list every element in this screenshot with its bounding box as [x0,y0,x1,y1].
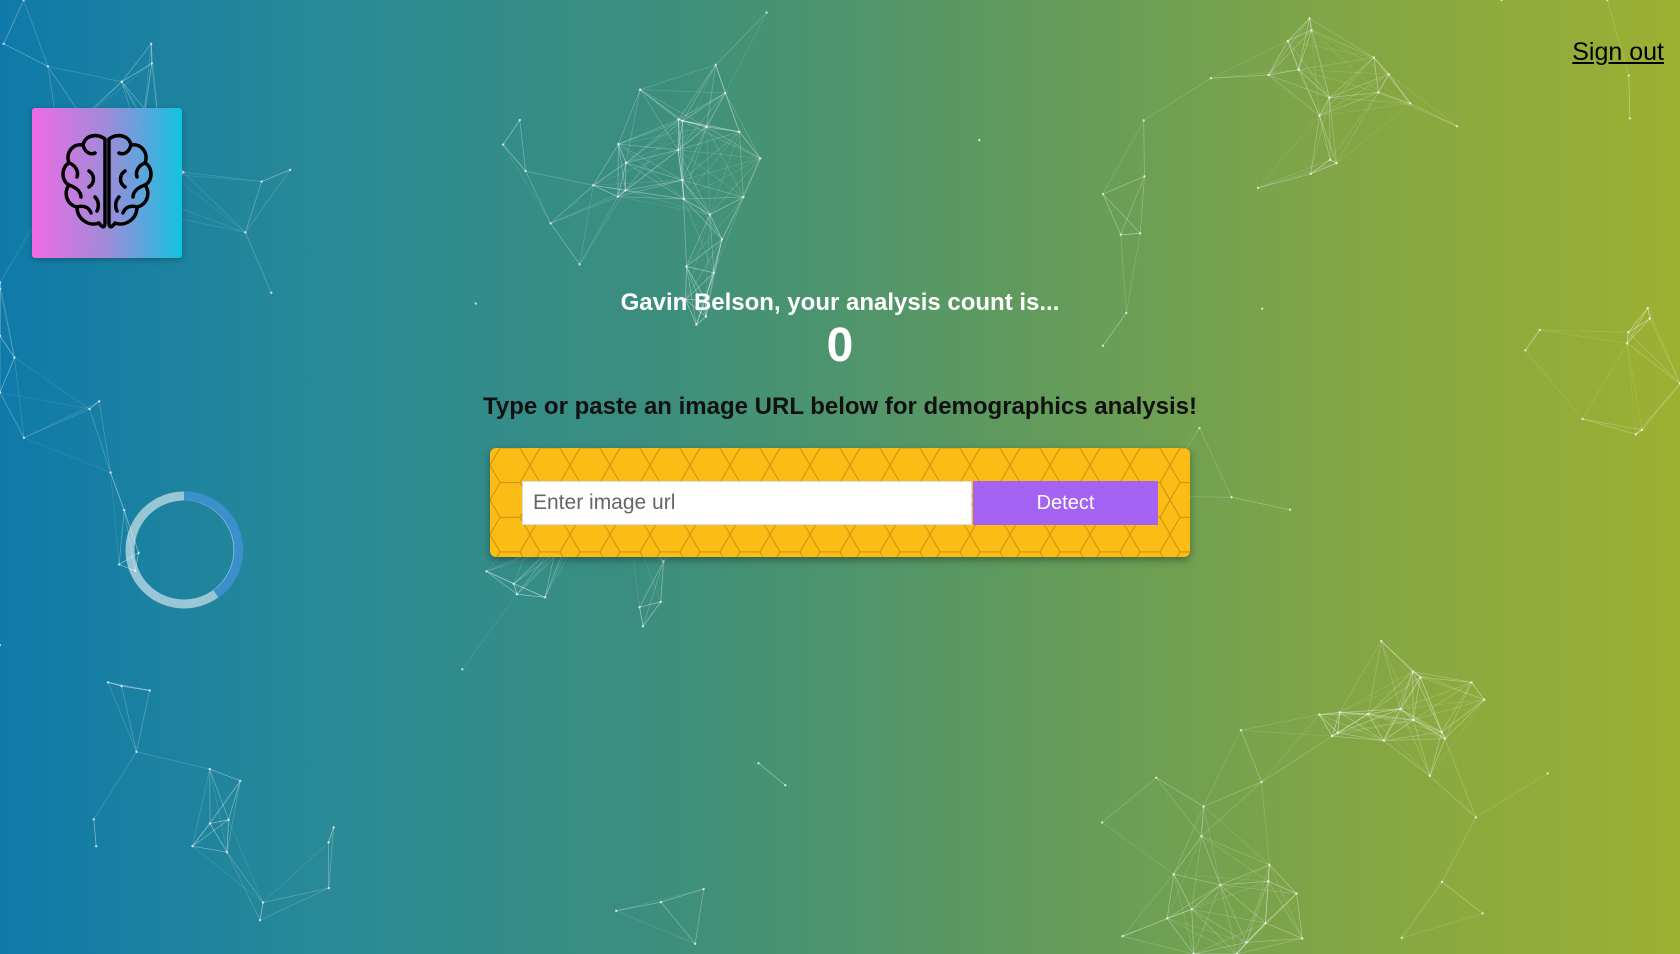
instruction-text: Type or paste an image URL below for dem… [483,393,1197,420]
analysis-count-value: 0 [826,319,854,372]
brain-icon [61,133,153,229]
loading-spinner-icon [125,491,244,609]
brain-logo[interactable] [32,108,182,258]
sign-out-link[interactable]: Sign out [1572,38,1664,67]
image-url-input[interactable] [522,481,972,525]
detect-button[interactable]: Detect [973,481,1158,525]
image-url-form: Detect [490,448,1190,557]
analysis-count-greeting: Gavin Belson, your analysis count is... [620,289,1060,316]
rank-section: Gavin Belson, your analysis count is... … [0,288,1680,422]
